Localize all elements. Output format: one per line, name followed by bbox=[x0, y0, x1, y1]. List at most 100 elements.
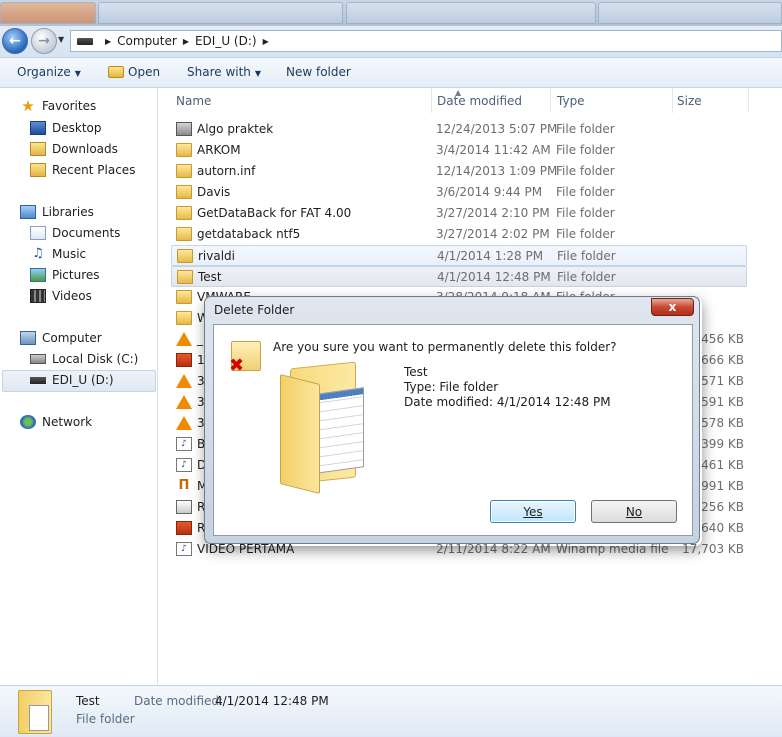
file-date-modified: 4/1/2014 12:48 PM bbox=[437, 270, 551, 284]
file-date-modified: 3/6/2014 9:44 PM bbox=[436, 185, 543, 199]
nav-downloads[interactable]: Downloads bbox=[30, 142, 118, 156]
nav-videos[interactable]: Videos bbox=[30, 289, 92, 303]
new-folder-button[interactable]: New folder bbox=[286, 65, 351, 79]
folder-icon bbox=[176, 311, 192, 325]
folder-icon bbox=[177, 270, 193, 284]
file-type: File folder bbox=[556, 143, 615, 157]
winamp-icon: ♪ bbox=[176, 542, 192, 556]
nav-network-label: Network bbox=[42, 415, 93, 429]
videos-icon bbox=[30, 289, 46, 303]
organize-label: Organize bbox=[17, 65, 71, 79]
nav-pictures[interactable]: Pictures bbox=[30, 268, 100, 282]
breadcrumb-computer[interactable]: Computer bbox=[117, 34, 177, 48]
file-date-modified: 3/4/2014 11:42 AM bbox=[436, 143, 551, 157]
folder-icon bbox=[176, 164, 192, 178]
address-row: ← → ▼ ▶ Computer ▶ EDI_U (D:) ▶ bbox=[0, 26, 782, 57]
table-row[interactable]: getdataback ntf5 3/27/2014 2:02 PM File fo… bbox=[171, 224, 747, 245]
share-with-label: Share with bbox=[187, 65, 251, 79]
yes-button[interactable]: Yes bbox=[490, 500, 576, 523]
table-row[interactable]: Test 4/1/2014 12:48 PM File folder bbox=[171, 266, 747, 287]
nav-libraries[interactable]: Libraries bbox=[20, 205, 94, 219]
chevron-down-icon: ▼ bbox=[74, 69, 81, 78]
open-button[interactable]: Open bbox=[108, 65, 160, 79]
column-header-size[interactable]: Size bbox=[673, 88, 749, 113]
table-row[interactable]: ARKOM 3/4/2014 11:42 AM File folder bbox=[171, 140, 747, 161]
file-name: autorn.inf bbox=[197, 164, 256, 178]
file-date-modified: 4/1/2014 1:28 PM bbox=[437, 249, 544, 263]
dialog-question: Are you sure you want to permanently del… bbox=[273, 340, 617, 354]
table-row[interactable]: autorn.inf 12/14/2013 1:09 PM File folder bbox=[171, 161, 747, 182]
nav-music-label: Music bbox=[52, 247, 87, 261]
column-header-name[interactable]: Name bbox=[172, 88, 432, 113]
recent-pages-dropdown[interactable]: ▼ bbox=[58, 35, 64, 44]
breadcrumb-arrow-icon[interactable]: ▶ bbox=[105, 37, 111, 46]
music-icon: ♫ bbox=[32, 246, 44, 261]
removable-drive-icon bbox=[30, 376, 46, 384]
computer-icon bbox=[20, 331, 36, 345]
new-folder-label: New folder bbox=[286, 65, 351, 79]
file-name: _ bbox=[197, 332, 203, 346]
table-row[interactable]: Algo praktek 12/24/2013 5:07 PM File folde… bbox=[171, 119, 747, 140]
forward-button[interactable]: → bbox=[31, 28, 57, 54]
downloads-icon bbox=[30, 142, 46, 156]
file-name: Davis bbox=[197, 185, 231, 199]
file-type: File folder bbox=[557, 270, 616, 284]
details-pane: Test Date modified: 4/1/2014 12:48 PM Fi… bbox=[0, 685, 782, 737]
folder-image-icon bbox=[176, 122, 192, 136]
dialog-title: Delete Folder bbox=[214, 303, 295, 317]
column-header-date-modified[interactable]: Date modified bbox=[433, 88, 551, 113]
breadcrumb-arrow-icon[interactable]: ▶ bbox=[183, 37, 189, 46]
command-toolbar: Organize ▼ Open Share with ▼ New folder bbox=[0, 57, 782, 88]
nav-network[interactable]: Network bbox=[20, 415, 92, 429]
no-label: No bbox=[625, 504, 643, 519]
back-button[interactable]: ← bbox=[2, 28, 28, 54]
nav-pictures-label: Pictures bbox=[52, 268, 100, 282]
folder-icon bbox=[176, 206, 192, 220]
details-date-label: Date modified: bbox=[134, 694, 224, 708]
organize-button[interactable]: Organize ▼ bbox=[17, 65, 81, 79]
nav-desktop-label: Desktop bbox=[52, 121, 102, 135]
network-icon bbox=[20, 415, 36, 429]
folder-icon bbox=[177, 249, 193, 263]
vlc-icon bbox=[176, 416, 192, 430]
file-name: Test bbox=[198, 270, 222, 284]
ppt-icon bbox=[176, 521, 192, 535]
folder-icon bbox=[176, 227, 192, 241]
details-date-value: 4/1/2014 12:48 PM bbox=[215, 694, 329, 708]
vlc-icon bbox=[176, 374, 192, 388]
nav-recent-places[interactable]: Recent Places bbox=[30, 163, 135, 177]
local-disk-icon bbox=[30, 354, 46, 364]
details-name: Test bbox=[76, 694, 100, 708]
file-date-modified: 3/27/2014 2:10 PM bbox=[436, 206, 550, 220]
vlc-icon bbox=[176, 332, 192, 346]
dialog-close-button[interactable]: x bbox=[651, 298, 694, 316]
libraries-icon bbox=[20, 205, 36, 219]
table-row[interactable]: GetDataBack for FAT 4.00 3/27/2014 2:10 P… bbox=[171, 203, 747, 224]
nav-desktop[interactable]: Desktop bbox=[30, 121, 102, 135]
address-bar[interactable]: ▶ Computer ▶ EDI_U (D:) ▶ bbox=[70, 30, 782, 52]
breadcrumb-drive[interactable]: EDI_U (D:) bbox=[195, 34, 257, 48]
file-date-modified: 12/24/2013 5:07 PM bbox=[436, 122, 558, 136]
no-button[interactable]: No bbox=[591, 500, 677, 523]
file-date-modified: 12/14/2013 1:09 PM bbox=[436, 164, 558, 178]
file-name: Algo praktek bbox=[197, 122, 274, 136]
delete-folder-dialog: Delete Folder x ✖ Are you sure you want … bbox=[204, 296, 700, 544]
yes-label: Yes bbox=[523, 504, 543, 519]
nav-music[interactable]: ♫ Music bbox=[30, 246, 87, 262]
table-row[interactable]: rivaldi 4/1/2014 1:28 PM File folder bbox=[171, 245, 747, 266]
nav-edi-u-drive[interactable]: EDI_U (D:) bbox=[30, 373, 114, 387]
nav-computer[interactable]: Computer bbox=[20, 331, 102, 345]
breadcrumb-arrow-icon[interactable]: ▶ bbox=[263, 37, 269, 46]
nav-computer-label: Computer bbox=[42, 331, 102, 345]
delete-warning-icon: ✖ bbox=[229, 339, 262, 376]
nav-local-disk[interactable]: Local Disk (C:) bbox=[30, 352, 138, 366]
column-header-type[interactable]: Type bbox=[553, 88, 673, 113]
nav-favorites[interactable]: ★ Favorites bbox=[20, 99, 96, 114]
table-row[interactable]: Davis 3/6/2014 9:44 PM File folder bbox=[171, 182, 747, 203]
share-with-button[interactable]: Share with ▼ bbox=[187, 65, 261, 79]
file-type: File folder bbox=[556, 227, 615, 241]
chevron-down-icon: ▼ bbox=[254, 69, 262, 78]
mkv-icon: Π bbox=[178, 478, 190, 493]
nav-documents-label: Documents bbox=[52, 226, 121, 240]
nav-documents[interactable]: Documents bbox=[30, 226, 120, 240]
